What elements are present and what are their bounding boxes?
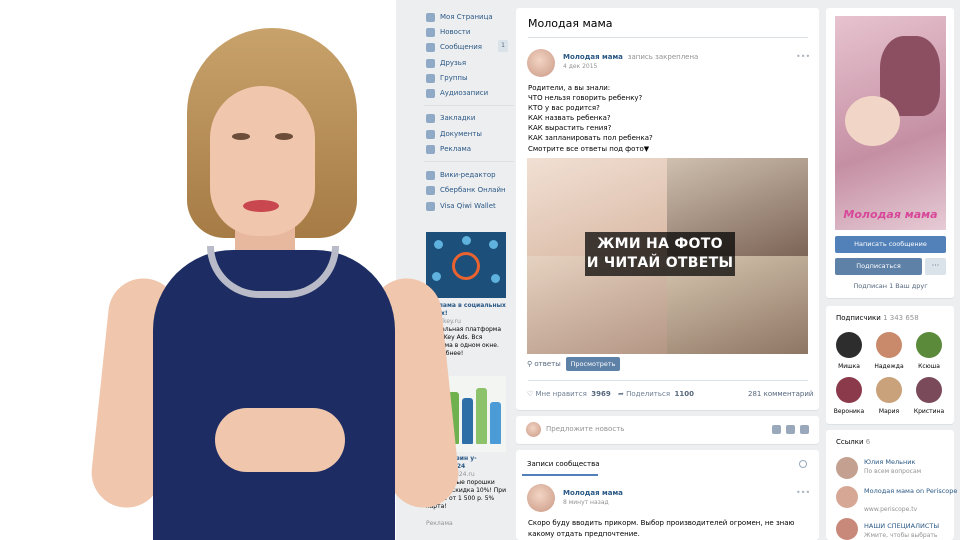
like-button[interactable]: ♡ Мне нравится 3969 (527, 390, 611, 398)
community-cover-image[interactable]: Молодая мама (835, 16, 946, 230)
video-frame: Моя Страница Новости Сообщения 1 Друзья … (0, 0, 960, 540)
share-button[interactable]: ➦ Поделиться 1100 (618, 390, 694, 398)
subscriber-name[interactable]: Надежда (868, 363, 910, 370)
link-title[interactable]: НАШИ СПЕЦИАЛИСТЫ (864, 522, 939, 530)
subscriber-name[interactable]: Мишка (828, 363, 870, 370)
subscriber-avatar[interactable] (876, 377, 902, 403)
post-author[interactable]: Молодая мама запись закреплена (563, 53, 698, 61)
search-icon[interactable] (799, 460, 807, 468)
video-icon[interactable] (786, 425, 795, 434)
link-title[interactable]: Юлия Мельник (864, 458, 915, 466)
links-header[interactable]: Ссылки 6 (836, 438, 870, 446)
more-options-icon[interactable]: ••• (796, 488, 810, 497)
link-avatar[interactable] (836, 486, 858, 508)
presenter-face (210, 86, 315, 236)
presenter-eye (275, 133, 293, 140)
vk-page: Моя Страница Новости Сообщения 1 Друзья … (396, 0, 960, 540)
cover-title: Молодая мама (843, 208, 938, 221)
link-avatar[interactable] (836, 518, 858, 540)
link-avatar[interactable] (836, 457, 858, 479)
write-message-button[interactable]: Написать сообщение (835, 236, 946, 253)
heart-icon: ♡ (527, 390, 536, 398)
nav-my-page[interactable]: Моя Страница (426, 10, 493, 24)
subscriber-avatar[interactable] (836, 332, 862, 358)
ad-graphic-dot (462, 236, 471, 245)
presenter-figure (88, 28, 462, 540)
product-bottle (462, 398, 473, 444)
presenter-lips (243, 200, 279, 212)
subscriber-avatar[interactable] (916, 332, 942, 358)
photo-caption-banner: ЖМИ НА ФОТО И ЧИТАЙ ОТВЕТЫ (585, 232, 735, 276)
subscriber-avatar[interactable] (916, 377, 942, 403)
suggest-news-input[interactable]: Предложите новость (546, 425, 624, 433)
cover-baby-figure (845, 96, 900, 146)
ad-graphic-dot (489, 240, 498, 249)
more-actions-button[interactable]: ··· (925, 258, 946, 275)
community-avatar[interactable] (527, 49, 555, 77)
tab-community-posts[interactable]: Записи сообщества (527, 460, 600, 468)
subscriber-name[interactable]: Ксюша (908, 363, 950, 370)
presenter-eye (232, 133, 250, 140)
link-subtitle: www.periscope.tv (864, 506, 918, 513)
camera-icon[interactable] (772, 425, 781, 434)
active-tab-indicator (522, 474, 598, 476)
subscriber-name[interactable]: Мария (868, 408, 910, 415)
more-options-icon[interactable]: ••• (796, 52, 810, 61)
subscriber-avatar[interactable] (836, 377, 862, 403)
post2-time[interactable]: 8 минут назад (563, 499, 609, 506)
messages-badge: 1 (498, 40, 508, 52)
ad-graphic-dot (491, 274, 500, 283)
home-icon (426, 12, 435, 22)
music-icon[interactable] (800, 425, 809, 434)
post-photo[interactable]: ЖМИ НА ФОТО И ЧИТАЙ ОТВЕТЫ (527, 158, 808, 354)
community-avatar[interactable] (527, 484, 555, 512)
share-icon: ➦ (618, 390, 627, 398)
post2-author[interactable]: Молодая мама (563, 489, 623, 497)
link-subtitle: По всем вопросам (864, 468, 922, 475)
subscribe-button[interactable]: Подписаться (835, 258, 922, 275)
post-date[interactable]: 4 дек 2015 (563, 63, 597, 70)
page-title: Молодая мама (528, 17, 613, 30)
link-title[interactable]: Молодая мама on Periscope (864, 487, 957, 495)
link-subtitle: Жмите, чтобы выбрать (864, 532, 938, 539)
product-bottle (490, 402, 501, 444)
subscriber-name[interactable]: Кристина (908, 408, 950, 415)
target-icon (452, 252, 480, 280)
subscriber-name[interactable]: Вероника (828, 408, 870, 415)
view-button[interactable]: Просмотреть (566, 357, 620, 371)
title-divider (528, 37, 808, 38)
answers-link[interactable]: ⚲ ответы (527, 360, 561, 368)
subscribers-header[interactable]: Подписчики 1 343 658 (836, 314, 919, 322)
post-text: Родители, а вы знали: ЧТО нельзя говорит… (528, 84, 653, 153)
comments-count[interactable]: 281 комментарий (748, 390, 813, 398)
actions-divider (528, 380, 808, 381)
presenter-hands (215, 408, 345, 472)
friends-subscribed[interactable]: Подписан 1 Ваш друг (835, 282, 946, 290)
user-avatar (526, 422, 541, 437)
product-bottle (476, 388, 487, 444)
subscriber-avatar[interactable] (876, 332, 902, 358)
post2-text: Скоро буду вводить прикорм. Выбор произв… (528, 519, 795, 538)
